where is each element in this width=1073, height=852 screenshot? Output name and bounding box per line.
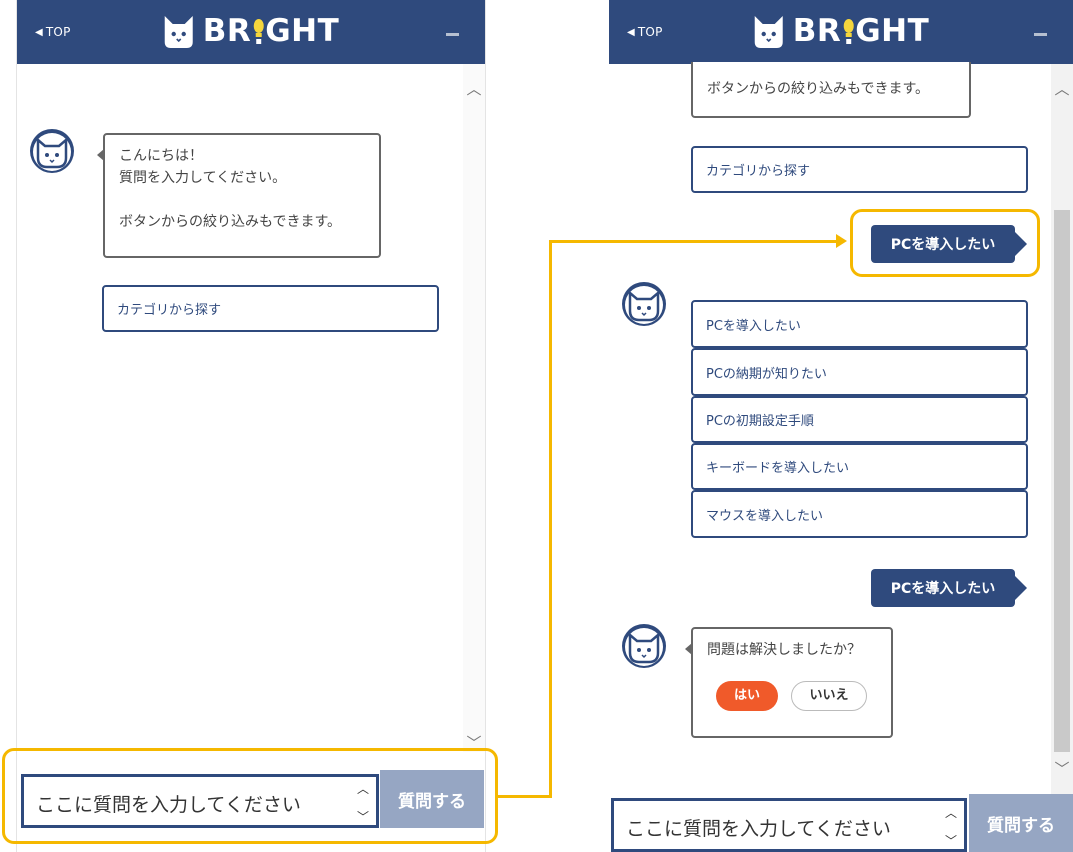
- minimize-button[interactable]: [1034, 33, 1047, 36]
- bot-avatar-icon: [622, 282, 666, 326]
- logo-text-prefix: BR: [792, 13, 842, 49]
- submit-question-button[interactable]: 質問する: [969, 794, 1073, 852]
- question-input-bar: ここに質問を入力してください ︿ ﹀ 質問する: [609, 794, 1073, 852]
- connector-line-vertical: [549, 240, 552, 798]
- bubble-pointer: [685, 643, 692, 655]
- option-button-pc-setup[interactable]: PCの初期設定手順: [691, 396, 1028, 443]
- option-button-pc-delivery[interactable]: PCの納期が知りたい: [691, 348, 1028, 396]
- bot-greeting-bubble: こんにちは！ 質問を入力してください。 ボタンからの絞り込みもできます。: [97, 133, 381, 258]
- bubble-pointer: [97, 149, 104, 161]
- option-button-pc-install[interactable]: PCを導入したい: [691, 300, 1028, 348]
- option-button-keyboard[interactable]: キーボードを導入したい: [691, 443, 1028, 490]
- greeting-line-1: こんにちは！: [119, 148, 203, 164]
- question-input[interactable]: ここに質問を入力してください ︿ ﹀: [611, 798, 967, 852]
- lightbulb-icon: [842, 18, 854, 45]
- bot-avatar-icon: [622, 624, 666, 668]
- scrollbar[interactable]: ︿ ﹀: [1051, 64, 1073, 794]
- back-triangle-icon: ◀: [35, 26, 43, 38]
- message-highlight-box: [850, 209, 1040, 277]
- chat-window-initial: ◀ TOP BR GHT ︿ ﹀ こんにちは！ 質問を入力してください。 ボタン…: [16, 0, 486, 852]
- greeting-line-4: ボタンからの絞り込みもできます。: [119, 214, 342, 230]
- scroll-down-icon[interactable]: ﹀: [1051, 760, 1073, 778]
- top-link[interactable]: ◀ TOP: [627, 25, 663, 39]
- scroll-up-icon[interactable]: ︿: [1051, 80, 1073, 98]
- lightbulb-icon: [252, 18, 264, 45]
- chat-window-conversation: ◀ TOP BR GHT ︿ ﹀ ボタンからの絞り込みもできます。 カテゴリから探…: [609, 0, 1073, 852]
- bright-logo: BR GHT: [163, 12, 340, 50]
- greeting-line-2: 質問を入力してください。: [119, 170, 287, 186]
- logo-text: BR GHT: [203, 13, 340, 49]
- category-search-button[interactable]: カテゴリから探す: [102, 285, 439, 332]
- connector-arrow-icon: [836, 234, 847, 248]
- bot-greeting-bubble: ボタンからの絞り込みもできます。: [691, 62, 971, 118]
- top-link[interactable]: ◀ TOP: [35, 25, 71, 39]
- resolution-question: 問題は解決しましたか？: [707, 642, 861, 658]
- chat-header: ◀ TOP BR GHT: [17, 0, 485, 64]
- bright-logo: BR GHT: [753, 12, 930, 50]
- top-link-label: TOP: [45, 25, 71, 39]
- user-message-bubble: PCを導入したい: [871, 569, 1027, 607]
- logo-text-suffix: GHT: [855, 13, 930, 49]
- chat-header: ◀ TOP BR GHT: [609, 0, 1073, 64]
- spinner-down-icon[interactable]: ﹀: [945, 835, 957, 847]
- no-button[interactable]: いいえ: [791, 681, 867, 711]
- logo-text: BR GHT: [793, 13, 930, 49]
- top-link-label: TOP: [637, 25, 663, 39]
- input-highlight-box: [2, 748, 498, 844]
- bot-avatar-icon: [30, 129, 74, 173]
- cat-logo-icon: [164, 16, 193, 48]
- connector-line-horizontal-top: [549, 240, 837, 243]
- resolution-bubble: 問題は解決しましたか？ はい いいえ: [685, 627, 893, 738]
- greeting-line-3: [119, 189, 365, 211]
- logo-text-prefix: BR: [202, 13, 252, 49]
- question-input-placeholder: ここに質問を入力してください: [626, 818, 891, 840]
- greeting-line-4: ボタンからの絞り込みもできます。: [707, 81, 930, 97]
- back-triangle-icon: ◀: [627, 26, 635, 38]
- scrollbar-thumb[interactable]: [1054, 210, 1070, 752]
- option-button-mouse[interactable]: マウスを導入したい: [691, 490, 1028, 538]
- scroll-up-icon[interactable]: ︿: [463, 80, 485, 98]
- input-spinner[interactable]: ︿ ﹀: [944, 807, 958, 847]
- cat-logo-icon: [754, 16, 783, 48]
- scrollbar[interactable]: ︿ ﹀: [463, 64, 485, 752]
- spinner-up-icon[interactable]: ︿: [945, 807, 957, 819]
- category-search-button[interactable]: カテゴリから探す: [691, 146, 1028, 193]
- connector-line-horizontal-bottom: [498, 795, 552, 798]
- minimize-button[interactable]: [446, 33, 459, 36]
- yes-button[interactable]: はい: [716, 681, 778, 711]
- logo-text-suffix: GHT: [265, 13, 340, 49]
